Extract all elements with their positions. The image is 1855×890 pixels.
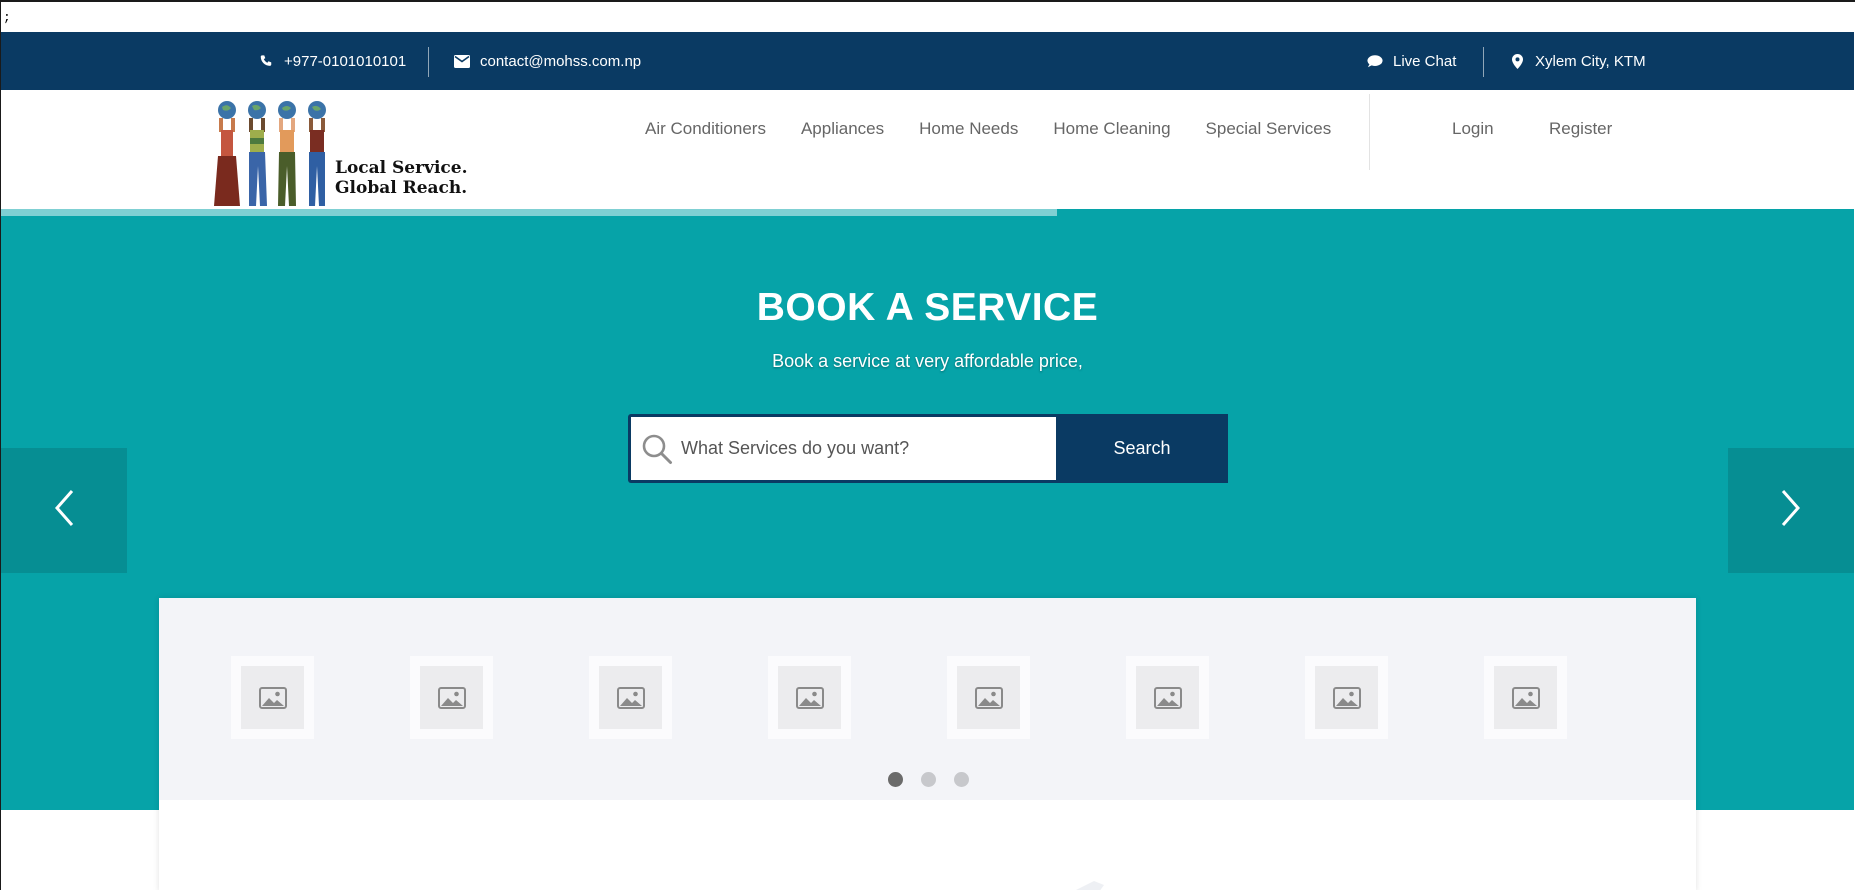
image-placeholder-icon — [1136, 666, 1199, 729]
hero-title: BOOK A SERVICE — [756, 286, 1099, 329]
nav-divider — [1369, 94, 1370, 170]
site-logo[interactable]: Local Service. Global Reach. — [213, 100, 473, 210]
register-link[interactable]: Register — [1549, 90, 1612, 168]
image-placeholder-icon — [241, 666, 304, 729]
service-thumbnail[interactable] — [589, 656, 672, 739]
carousel-next-button[interactable] — [1728, 448, 1854, 573]
live-chat-link[interactable]: Live Chat — [1367, 32, 1456, 90]
logo-line-1: Local Service. — [335, 158, 468, 178]
chevron-left-icon — [53, 488, 75, 533]
faded-decoration — [1076, 881, 1104, 890]
image-placeholder-icon — [420, 666, 483, 729]
service-thumbnail[interactable] — [410, 656, 493, 739]
nav-item-appliances[interactable]: Appliances — [801, 119, 884, 139]
logo-tagline: Local Service. Global Reach. — [335, 158, 468, 198]
email-address: contact@mohss.com.np — [480, 52, 642, 70]
chat-bubble-icon — [1367, 53, 1383, 69]
image-placeholder-icon — [1494, 666, 1557, 729]
nav-item-home-cleaning[interactable]: Home Cleaning — [1053, 119, 1170, 139]
page-frame: ; +977-0101010101 contact@mohss.com.np L… — [0, 0, 1855, 890]
carousel-dot[interactable] — [954, 772, 969, 787]
service-thumbnail[interactable] — [1484, 656, 1567, 739]
services-carousel — [159, 598, 1696, 800]
service-thumbnail[interactable] — [768, 656, 851, 739]
stray-text: ; — [3, 10, 11, 25]
nav-item-air-conditioners[interactable]: Air Conditioners — [645, 119, 766, 139]
search-field-wrapper — [631, 417, 1056, 480]
live-chat-label: Live Chat — [1393, 52, 1457, 70]
service-search-input[interactable] — [681, 417, 1051, 480]
service-thumbnail[interactable] — [1305, 656, 1388, 739]
logo-line-2: Global Reach. — [335, 178, 468, 198]
envelope-icon — [454, 53, 470, 69]
location-label: Xylem City, KTM — [1535, 52, 1646, 70]
nav-item-home-needs[interactable]: Home Needs — [919, 119, 1018, 139]
main-nav: Air Conditioners Appliances Home Needs H… — [645, 90, 1331, 168]
image-placeholder-icon — [599, 666, 662, 729]
phone-icon — [258, 53, 274, 69]
service-thumbnail[interactable] — [231, 656, 314, 739]
phone-link[interactable]: +977-0101010101 — [258, 32, 406, 90]
carousel-dot[interactable] — [888, 772, 903, 787]
people-globes-illustration — [214, 101, 326, 206]
image-placeholder-icon — [778, 666, 841, 729]
service-thumbnail[interactable] — [1126, 656, 1209, 739]
map-pin-icon — [1509, 53, 1525, 69]
email-link[interactable]: contact@mohss.com.np — [454, 32, 641, 90]
location-link[interactable]: Xylem City, KTM — [1509, 32, 1646, 90]
divider — [1483, 47, 1484, 77]
chevron-right-icon — [1780, 488, 1802, 533]
top-contact-bar: +977-0101010101 contact@mohss.com.np Liv… — [1, 32, 1854, 90]
hero-subtitle: Book a service at very affordable price, — [772, 351, 1083, 371]
carousel-dot[interactable] — [921, 772, 936, 787]
service-search-form: Search — [628, 414, 1228, 483]
services-carousel-panel — [159, 598, 1696, 890]
site-header: Local Service. Global Reach. Air Conditi… — [1, 90, 1854, 210]
search-button[interactable]: Search — [1056, 414, 1228, 483]
nav-item-special-services[interactable]: Special Services — [1206, 119, 1332, 139]
image-placeholder-icon — [957, 666, 1020, 729]
service-thumbnail[interactable] — [947, 656, 1030, 739]
carousel-prev-button[interactable] — [1, 448, 127, 573]
image-placeholder-icon — [1315, 666, 1378, 729]
phone-number: +977-0101010101 — [284, 52, 407, 70]
divider — [428, 47, 429, 77]
search-icon — [641, 433, 673, 470]
login-link[interactable]: Login — [1452, 90, 1494, 168]
